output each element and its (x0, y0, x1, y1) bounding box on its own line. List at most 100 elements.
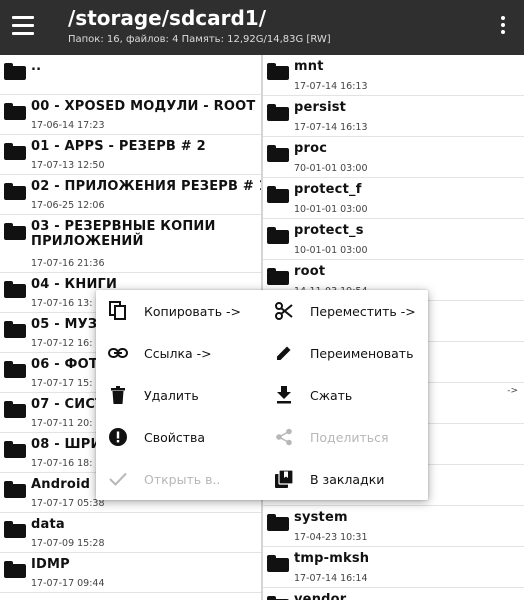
share-icon (274, 427, 294, 447)
file-name: 02 - ПРИЛОЖЕНИЯ РЕЗЕРВ # 1 (31, 179, 263, 194)
folder-icon (4, 223, 26, 240)
list-item[interactable]: vendor (263, 588, 524, 600)
folder-icon (4, 183, 26, 200)
list-item[interactable]: 01 - APPS - РЕЗЕРВ # 2 17-07-13 12:50 (0, 135, 261, 175)
file-name: 03 - РЕЗЕРВНЫЕ КОПИИ ПРИЛОЖЕНИЙ (31, 219, 216, 249)
file-date: 10-01-01 03:00 (294, 245, 368, 256)
menu-move-label: Переместить -> (310, 303, 416, 319)
file-name: 06 - ФОТ (31, 357, 98, 372)
list-item[interactable]: 02 - ПРИЛОЖЕНИЯ РЕЗЕРВ # 1 17-06-25 12:0… (0, 175, 261, 215)
menu-bookmarks[interactable]: В закладки (274, 461, 384, 497)
more-options-icon[interactable] (500, 16, 506, 38)
file-date: 17-07-14 16:13 (294, 81, 368, 92)
list-item[interactable]: persist 17-07-14 16:13 (263, 96, 524, 137)
copy-icon (108, 301, 128, 321)
file-date: 70-01-01 03:00 (294, 163, 368, 174)
file-date: 17-07-14 16:14 (294, 573, 368, 584)
menu-properties-label: Свойства (144, 429, 206, 445)
menu-compress-label: Сжать (310, 387, 353, 403)
menu-copy[interactable]: Копировать -> (108, 293, 241, 329)
menu-delete[interactable]: Удалить (108, 377, 199, 413)
folder-icon (267, 63, 289, 80)
folder-icon (4, 361, 26, 378)
file-date: 17-07-17 05:38 (31, 498, 105, 509)
folder-icon (267, 227, 289, 244)
list-item[interactable]: tmp-mksh 17-07-14 16:14 (263, 547, 524, 588)
list-item[interactable]: protect_s 10-01-01 03:00 (263, 219, 524, 260)
file-date: 17-07-17 09:44 (31, 578, 105, 589)
menu-copy-label: Копировать -> (144, 303, 242, 319)
file-date: 17-06-25 12:06 (31, 200, 105, 211)
file-name: system (294, 510, 348, 525)
menu-link[interactable]: Ссылка -> (108, 335, 212, 371)
link-arrow-indicator: -> (507, 386, 518, 396)
file-date: 17-07-16 13: (31, 298, 93, 309)
list-item[interactable]: IDMP 17-07-17 09:44 (0, 553, 261, 593)
menu-rename-label: Переименовать (310, 345, 414, 361)
download-icon (274, 385, 294, 405)
folder-icon (267, 145, 289, 162)
folder-icon (4, 321, 26, 338)
file-date: 17-06-14 17:23 (31, 120, 105, 131)
link-icon (108, 343, 128, 363)
file-date: 17-07-16 21:36 (31, 258, 105, 269)
menu-share[interactable]: Поделиться (274, 419, 389, 455)
file-name: 01 - APPS - РЕЗЕРВ # 2 (31, 139, 206, 154)
file-date: 17-07-11 20: (31, 418, 93, 429)
trash-icon (108, 385, 128, 405)
file-name: 07 - СИСТ (31, 397, 105, 412)
folder-icon (267, 186, 289, 203)
file-name: IDMP (31, 557, 70, 572)
file-date: 17-07-12 16: (31, 338, 93, 349)
file-name: proc (294, 141, 328, 156)
file-name: protect_f (294, 182, 362, 197)
file-date: 17-07-17 15: (31, 378, 93, 389)
folder-icon (4, 401, 26, 418)
file-name: 08 - ШРИ (31, 437, 102, 452)
file-name: protect_s (294, 223, 364, 238)
hamburger-menu-icon[interactable] (12, 16, 34, 36)
file-date: 17-07-13 12:50 (31, 160, 105, 171)
menu-rename[interactable]: Переименовать (274, 335, 413, 371)
file-date: 17-07-14 16:13 (294, 122, 368, 133)
folder-icon (4, 103, 26, 120)
file-name: .. (31, 59, 42, 74)
menu-open-in[interactable]: Открыть в.. (108, 461, 220, 497)
folder-icon (4, 481, 26, 498)
file-date: 10-01-01 03:00 (294, 204, 368, 215)
file-name: vendor (294, 592, 347, 600)
folder-icon (267, 596, 289, 600)
list-item[interactable]: 00 - XPOSED МОДУЛИ - ROOT 17-06-14 17:23 (0, 95, 261, 135)
file-name: data (31, 517, 65, 532)
list-item-parent-dir[interactable]: .. (0, 55, 261, 95)
file-name: mnt (294, 59, 324, 74)
file-date: 17-07-16 18: (31, 458, 93, 469)
folder-icon (4, 143, 26, 160)
file-name: 00 - XPOSED МОДУЛИ - ROOT (31, 99, 256, 114)
list-item[interactable]: mnt 17-07-14 16:13 (263, 55, 524, 96)
menu-bookmarks-label: В закладки (310, 471, 385, 487)
list-item[interactable]: 03 - РЕЗЕРВНЫЕ КОПИИ ПРИЛОЖЕНИЙ 17-07-16… (0, 215, 261, 273)
storage-info-text: Папок: 16, файлов: 4 Память: 12,92G/14,8… (68, 34, 331, 45)
folder-icon (4, 561, 26, 578)
file-name: root (294, 264, 326, 279)
app-bar: /storage/sdcard1/ Папок: 16, файлов: 4 П… (0, 0, 524, 55)
folder-icon (4, 441, 26, 458)
current-path-title: /storage/sdcard1/ (68, 6, 267, 30)
file-date: 17-07-09 15:28 (31, 538, 105, 549)
checkmark-icon (108, 469, 128, 489)
folder-icon (4, 63, 26, 80)
menu-properties[interactable]: Свойства (108, 419, 205, 455)
menu-compress[interactable]: Сжать (274, 377, 352, 413)
menu-move[interactable]: Переместить -> (274, 293, 416, 329)
list-item[interactable]: protect_f 10-01-01 03:00 (263, 178, 524, 219)
file-name: Android (31, 477, 91, 492)
list-item[interactable]: system 17-04-23 10:31 (263, 506, 524, 547)
folder-icon (4, 281, 26, 298)
file-name: persist (294, 100, 347, 115)
file-date: 17-04-23 10:31 (294, 532, 368, 543)
list-item[interactable]: data 17-07-09 15:28 (0, 513, 261, 553)
list-item[interactable]: proc 70-01-01 03:00 (263, 137, 524, 178)
file-name: tmp-mksh (294, 551, 370, 566)
bookmarks-icon (274, 469, 294, 489)
